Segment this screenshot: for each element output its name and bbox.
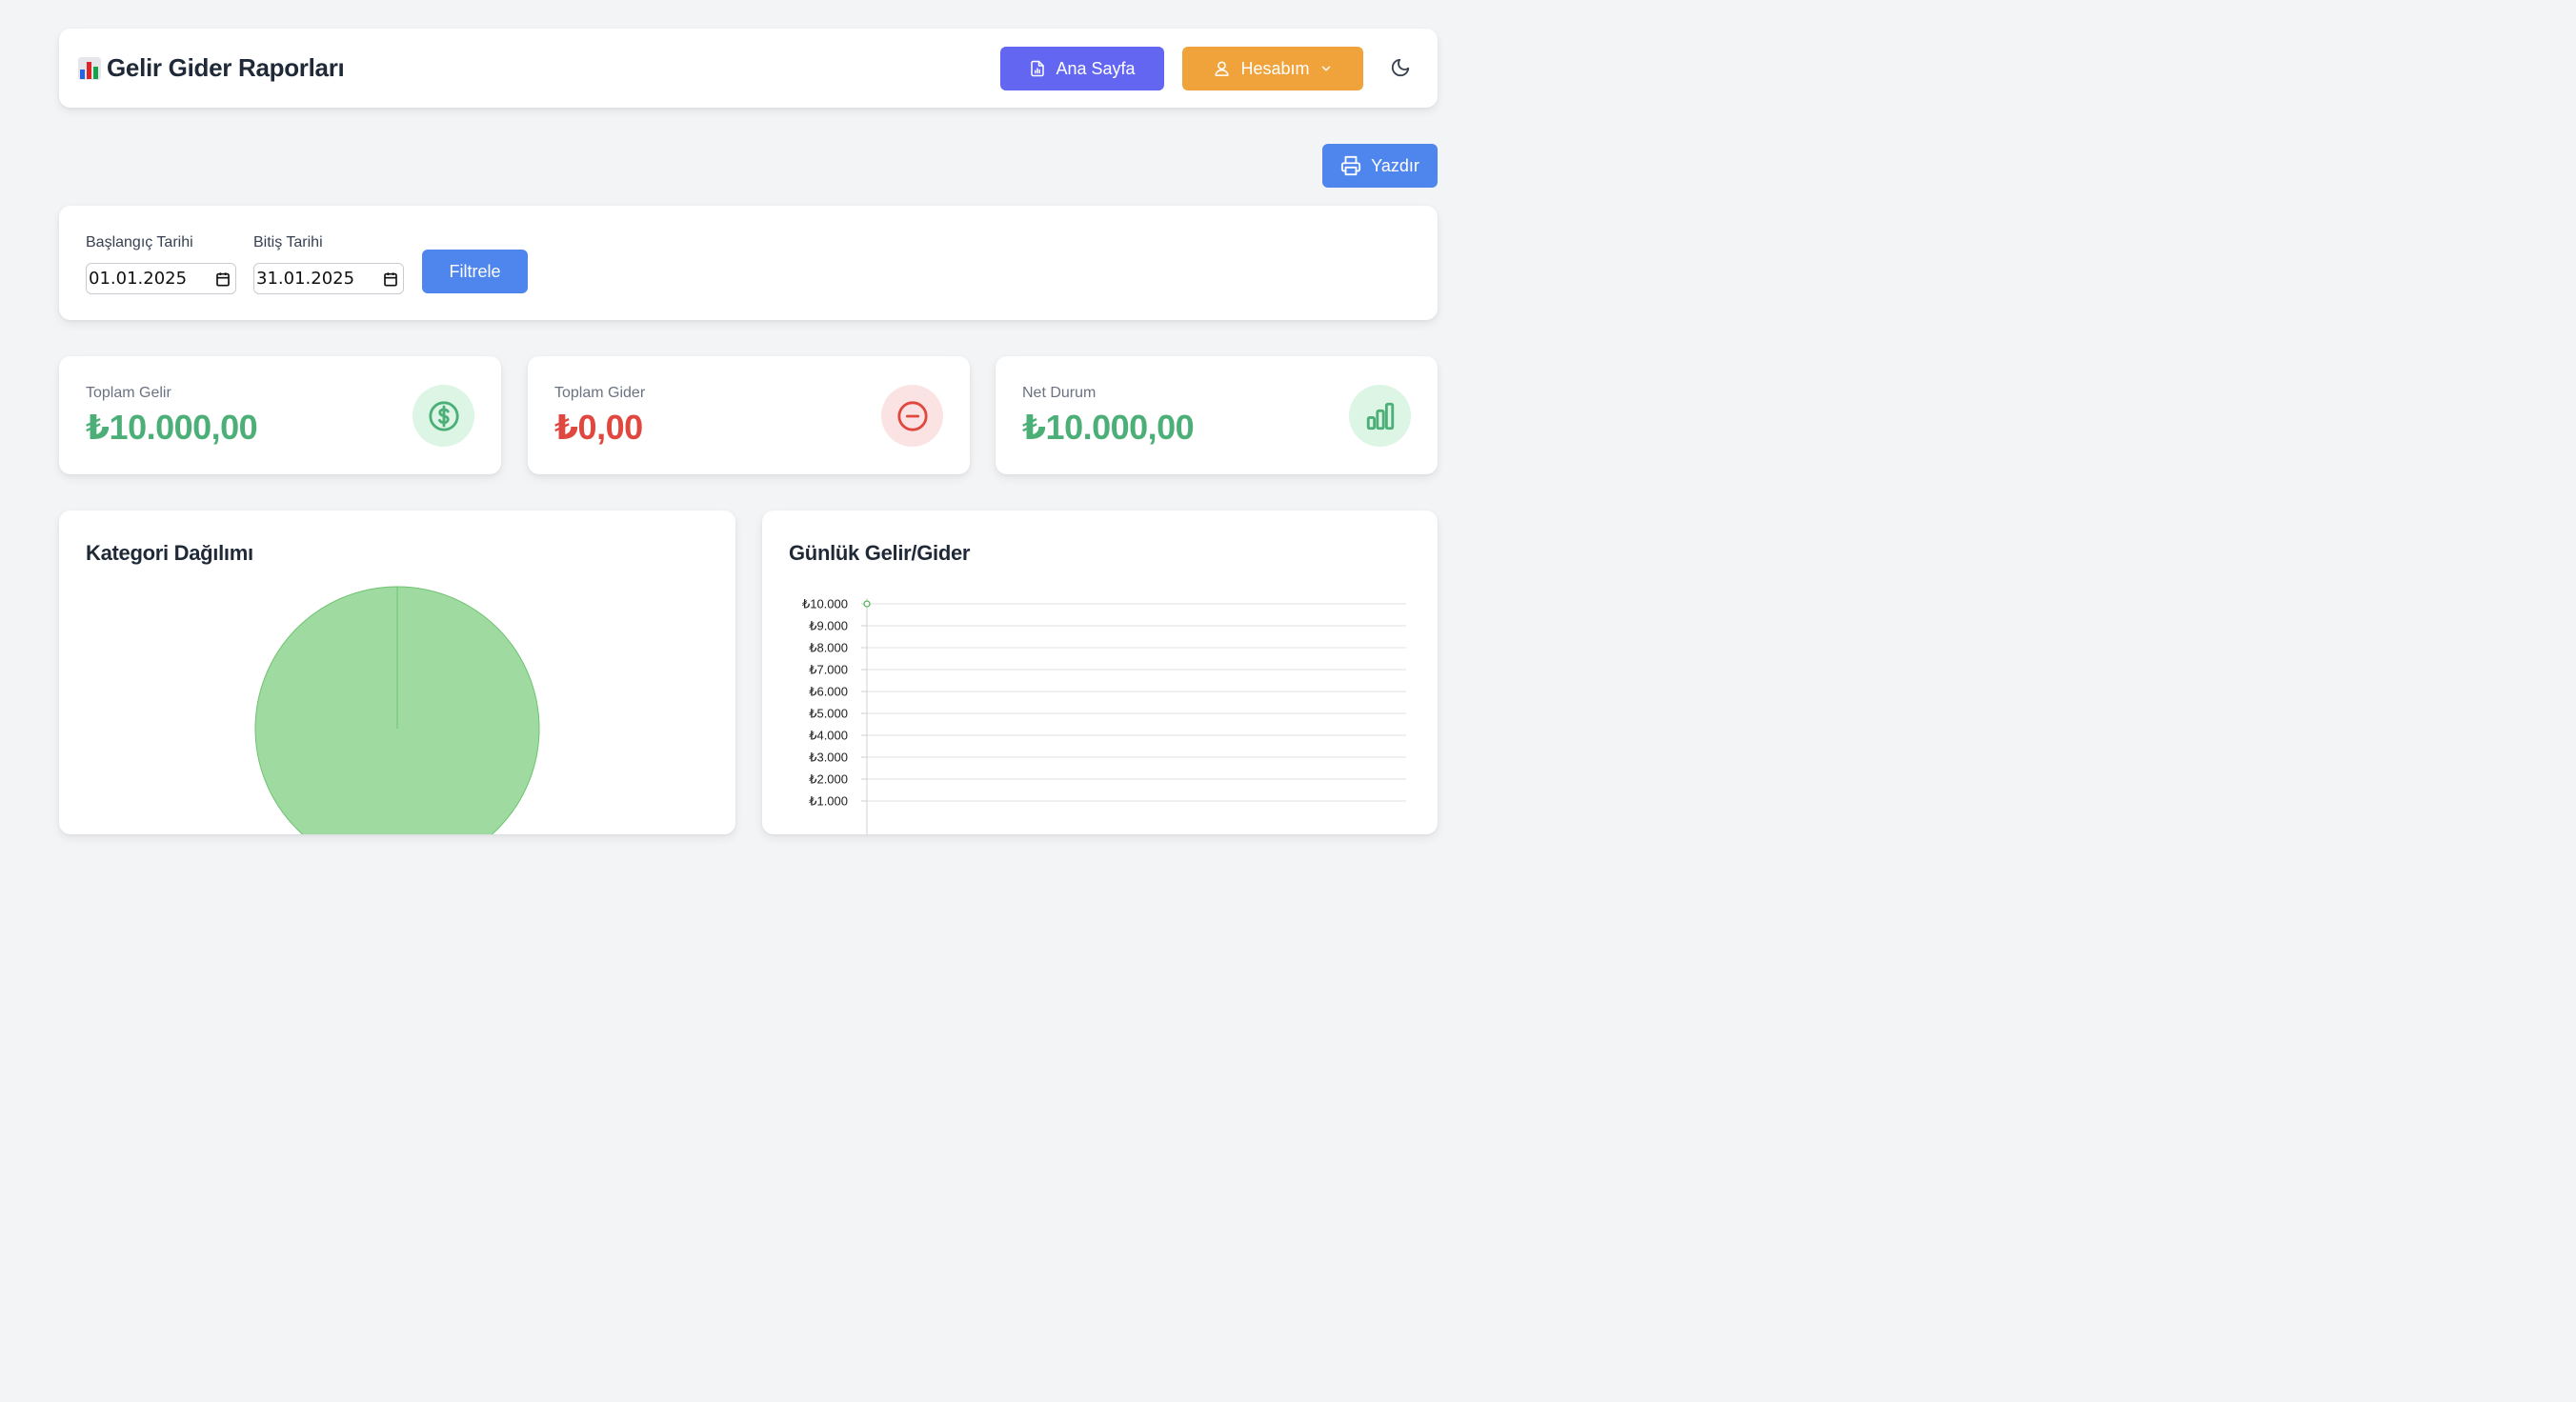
home-button-label: Ana Sayfa [1056,58,1136,78]
calendar-icon[interactable] [215,271,231,287]
minus-circle-icon [881,385,943,447]
page-title-text: Gelir Gider Raporları [107,53,345,82]
total-income-label: Toplam Gelir [86,385,171,401]
daily-line-chart: ₺10.000 ₺9.000 ₺8.000 ₺7.000 ₺6.000 ₺5.000 ₺4.… [802,597,1406,834]
top-navbar: Gelir Gider Raporları Ana Sayfa Hesabım [59,29,1438,108]
daily-income-expense-card: Günlük Gelir/Gider ₺10.000 ₺9.000 ₺8.000 ₺7… [762,511,1438,834]
account-button-label: Hesabım [1240,58,1310,78]
y-tick-label: ₺10.000 [802,597,848,611]
total-expense-card: Toplam Gider ₺0,00 [528,356,970,474]
y-tick-label: ₺1.000 [809,794,848,809]
net-status-card: Net Durum ₺10.000,00 [996,356,1438,474]
dollar-circle-icon [413,385,474,447]
document-chart-icon [1031,60,1045,77]
bar-chart-icon [1349,385,1411,447]
total-expense-label: Toplam Gider [554,385,646,401]
filter-button[interactable]: Filtrele [422,250,528,293]
date-filter-panel: Başlangıç Tarihi 01.01.2025 Bitiş Tarihi… [59,206,1438,320]
y-tick-label: ₺7.000 [809,663,848,677]
data-point [863,600,871,608]
printer-icon [1341,155,1361,176]
category-pie-chart [254,586,540,834]
y-tick-label: ₺5.000 [809,707,848,721]
total-income-card: Toplam Gelir ₺10.000,00 [59,356,501,474]
net-status-value: ₺10.000,00 [1022,408,1195,447]
end-date-value: 31.01.2025 [256,269,355,289]
home-button[interactable]: Ana Sayfa [1000,47,1164,90]
calendar-icon[interactable] [383,271,398,287]
net-status-label: Net Durum [1022,385,1097,401]
bar-chart-emoji-icon [78,56,101,80]
y-tick-label: ₺6.000 [809,685,848,699]
category-distribution-card: Kategori Dağılımı [59,511,735,834]
account-dropdown-button[interactable]: Hesabım [1182,47,1363,90]
total-expense-value: ₺0,00 [554,408,643,447]
y-tick-label: ₺9.000 [809,619,848,633]
moon-icon [1391,58,1410,77]
dark-mode-toggle[interactable] [1386,53,1415,82]
end-date-input[interactable]: 31.01.2025 [253,263,404,294]
y-tick-label: ₺3.000 [809,751,848,765]
page-title: Gelir Gider Raporları [78,53,345,83]
y-tick-label: ₺2.000 [809,772,848,787]
user-icon [1215,61,1230,76]
start-date-label: Başlangıç Tarihi [86,234,193,250]
end-date-label: Bitiş Tarihi [253,234,323,250]
total-income-value: ₺10.000,00 [86,408,258,447]
print-button[interactable]: Yazdır [1322,144,1438,188]
chevron-down-icon [1321,66,1330,71]
start-date-input[interactable]: 01.01.2025 [86,263,236,294]
y-tick-label: ₺4.000 [809,729,848,743]
filter-button-label: Filtrele [449,261,501,281]
start-date-value: 01.01.2025 [89,269,188,289]
print-button-label: Yazdır [1371,155,1419,175]
y-tick-label: ₺8.000 [809,641,848,655]
